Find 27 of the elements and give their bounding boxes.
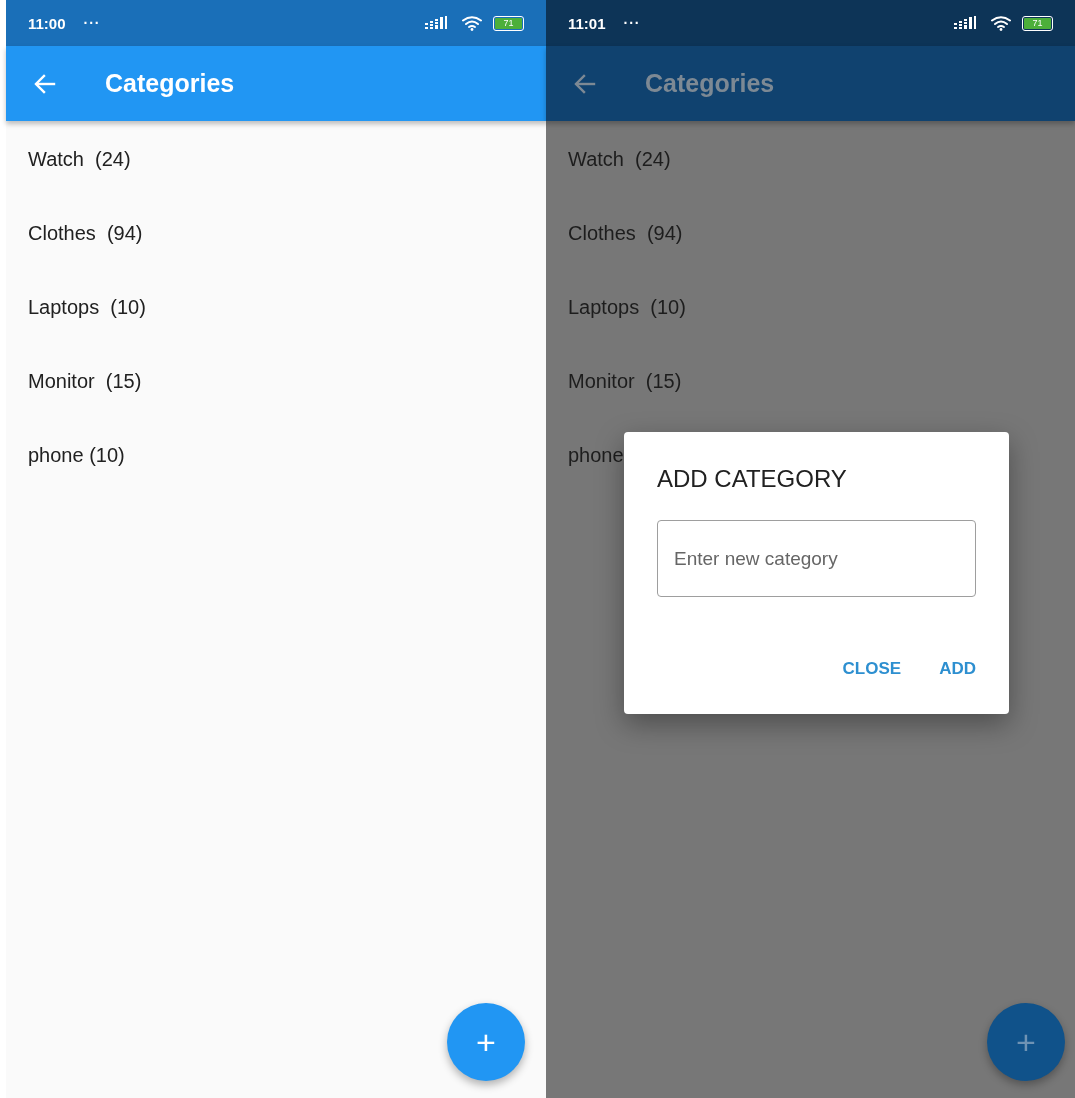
category-input-field[interactable]: Enter new category bbox=[657, 520, 976, 597]
category-item[interactable]: phone (10) bbox=[6, 418, 546, 492]
wifi-icon bbox=[461, 15, 483, 31]
wifi-icon bbox=[990, 15, 1012, 31]
back-icon[interactable] bbox=[574, 73, 596, 94]
app-bar-title: Categories bbox=[645, 69, 775, 98]
category-item[interactable]: Laptops (10) bbox=[546, 270, 1075, 344]
add-button[interactable]: + bbox=[987, 1003, 1065, 1081]
category-item[interactable]: Clothes (94) bbox=[6, 196, 546, 270]
battery-level: 71 bbox=[495, 17, 522, 29]
category-item[interactable]: Monitor (15) bbox=[6, 344, 546, 418]
category-item[interactable]: Watch (24) bbox=[546, 122, 1075, 196]
app-bar-title: Categories bbox=[105, 69, 235, 98]
back-icon[interactable] bbox=[34, 73, 56, 94]
dialog-button[interactable]: ADD bbox=[935, 655, 980, 683]
status-time: 11:00 bbox=[28, 14, 66, 32]
add-button[interactable]: + bbox=[447, 1003, 525, 1081]
dialog-button[interactable]: CLOSE bbox=[838, 655, 906, 683]
dialog-title: ADD CATEGORY bbox=[657, 465, 848, 493]
status-more: ··· bbox=[83, 15, 101, 31]
category-item[interactable]: Watch (24) bbox=[6, 122, 546, 196]
status-more: ··· bbox=[623, 15, 641, 31]
category-item[interactable]: Laptops (10) bbox=[6, 270, 546, 344]
status-time: 11:01 bbox=[568, 14, 606, 32]
category-item[interactable]: Clothes (94) bbox=[546, 196, 1075, 270]
category-item[interactable]: Monitor (15) bbox=[546, 344, 1075, 418]
battery-level: 71 bbox=[1024, 17, 1051, 29]
